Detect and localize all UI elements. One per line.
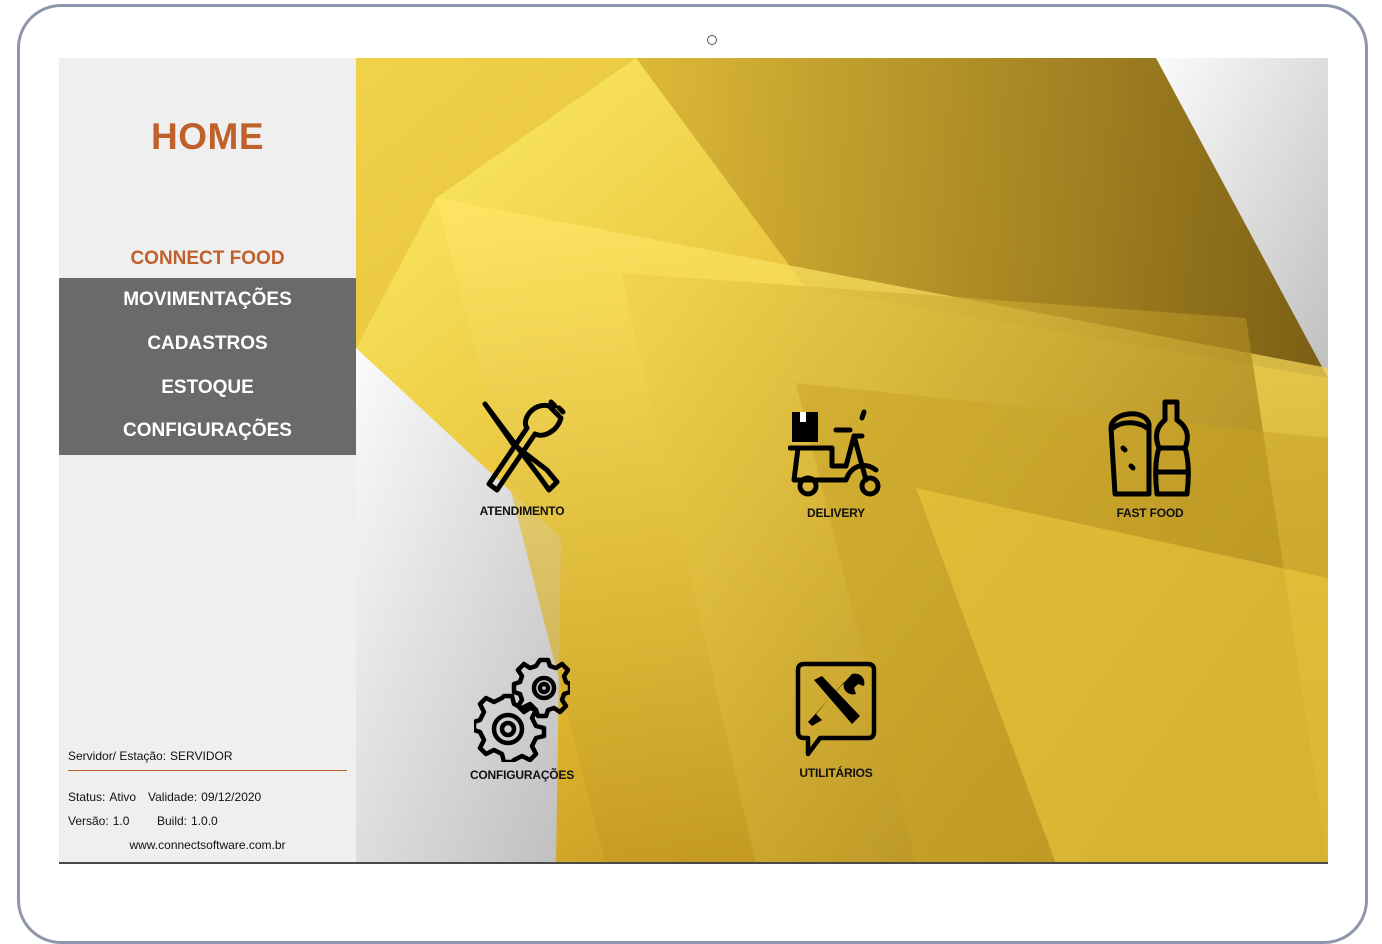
tile-configuracoes[interactable]: CONFIGURAÇÕES	[447, 654, 597, 782]
burrito-soda-icon	[1108, 399, 1191, 497]
status-info: Status: Ativo	[68, 790, 140, 804]
sidebar-menu: MOVIMENTAÇÕES CADASTROS ESTOQUE CONFIGUR…	[59, 278, 356, 455]
menu-item-movimentacoes[interactable]: MOVIMENTAÇÕES	[59, 278, 356, 322]
tile-label-utilitarios: UTILITÁRIOS	[799, 766, 873, 780]
server-value: SERVIDOR	[170, 749, 233, 763]
status-value: Ativo	[109, 790, 137, 804]
tile-atendimento[interactable]: ATENDIMENTO	[447, 398, 597, 518]
validade-value: 09/12/2020	[201, 790, 262, 804]
tile-fast-food[interactable]: FAST FOOD	[1075, 398, 1225, 520]
camera-dot	[707, 35, 717, 45]
tile-delivery[interactable]: DELIVERY	[761, 408, 911, 520]
build-info: Build: 1.0.0	[157, 814, 222, 828]
menu-item-estoque[interactable]: ESTOQUE	[59, 366, 356, 410]
tile-label-delivery: DELIVERY	[807, 506, 865, 520]
delivery-scooter-icon	[788, 409, 881, 497]
info-divider	[68, 770, 347, 771]
server-info: Servidor/ Estação: SERVIDOR	[68, 749, 237, 763]
validade-info: Validade: 09/12/2020	[148, 790, 265, 804]
versao-label: Versão:	[68, 814, 109, 828]
tile-label-fast-food: FAST FOOD	[1116, 506, 1184, 520]
tile-label-atendimento: ATENDIMENTO	[479, 504, 565, 518]
main-content: ATENDIMENTO DELIVERY FAST FOOD CONFIGURA…	[356, 58, 1328, 862]
versao-value: 1.0	[112, 814, 130, 828]
validade-label: Validade:	[148, 790, 198, 804]
fork-knife-icon	[482, 399, 566, 493]
brand-label: CONNECT FOOD	[130, 248, 285, 269]
menu-item-configuracoes[interactable]: CONFIGURAÇÕES	[59, 409, 356, 453]
page-title: HOME	[151, 116, 264, 157]
sidebar: HOME CONNECT FOOD MOVIMENTAÇÕES CADASTRO…	[59, 58, 356, 862]
tools-chat-icon	[795, 661, 877, 757]
status-label: Status:	[68, 790, 106, 804]
server-label: Servidor/ Estação:	[68, 749, 167, 763]
website-link[interactable]: www.connectsoftware.com.br	[59, 838, 356, 852]
build-label: Build:	[157, 814, 188, 828]
tile-label-configuracoes: CONFIGURAÇÕES	[469, 768, 575, 782]
build-value: 1.0.0	[191, 814, 218, 828]
menu-item-cadastros[interactable]: CADASTROS	[59, 322, 356, 366]
versao-info: Versão: 1.0	[68, 814, 133, 828]
tile-utilitarios[interactable]: UTILITÁRIOS	[761, 660, 911, 780]
gears-icon	[474, 657, 570, 762]
app-screen: HOME CONNECT FOOD MOVIMENTAÇÕES CADASTRO…	[59, 58, 1328, 864]
